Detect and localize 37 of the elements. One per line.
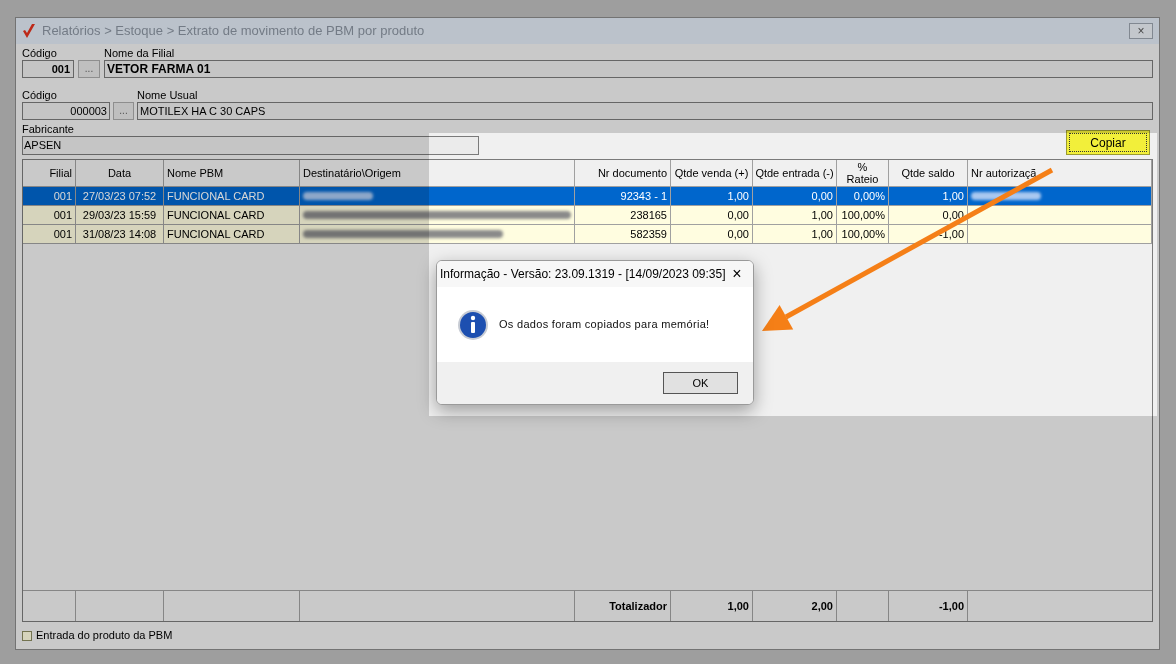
manufacturer-field[interactable]: APSEN xyxy=(22,136,479,155)
table-cell: -1,00 xyxy=(889,225,968,244)
window-title: Relatórios > Estoque > Extrato de movimento de PBM por produto xyxy=(42,22,425,41)
table-cell: 001 xyxy=(23,225,76,244)
product-name-field[interactable]: MOTILEX HA C 30 CAPS xyxy=(137,102,1153,120)
table-cell: 100,00% xyxy=(837,225,889,244)
copy-button[interactable]: Copiar xyxy=(1066,130,1150,155)
dialog-title: Informação - Versão: 23.09.1319 - [14/09/2023 09:35] xyxy=(440,266,727,283)
field-label: Nome Usual xyxy=(137,88,199,102)
total-value: 2,00 xyxy=(753,591,837,621)
product-code-field[interactable]: 000003 xyxy=(22,102,110,120)
field-label: Código xyxy=(22,46,58,60)
table-row[interactable]: 001 27/03/23 07:52 FUNCIONAL CARD 92343 - 1 1,00 0,00 0,00% 1,00 xyxy=(23,187,1152,206)
field-label: Código xyxy=(22,88,58,102)
info-icon xyxy=(457,308,489,341)
ok-button[interactable]: OK xyxy=(663,372,738,394)
branch-code-field[interactable]: 001 xyxy=(22,60,74,78)
close-button[interactable]: × xyxy=(729,266,745,282)
total-value: -1,00 xyxy=(889,591,968,621)
lookup-button[interactable]: ... xyxy=(113,102,134,120)
field-label: Nome da Filial xyxy=(104,46,176,60)
legend-swatch xyxy=(22,630,32,641)
total-value: 1,00 xyxy=(671,591,753,621)
close-button[interactable]: × xyxy=(1129,23,1153,39)
table-cell: 31/08/23 14:08 xyxy=(76,225,164,244)
table-cell: 0,00 xyxy=(671,225,753,244)
totals-label: Totalizador xyxy=(575,591,671,621)
legend-label: Entrada do produto da PBM xyxy=(36,628,173,644)
branch-name-field[interactable]: VETOR FARMA 01 xyxy=(104,60,1153,78)
table-cell: 1,00 xyxy=(753,225,837,244)
table-row[interactable]: 001 31/08/23 14:08 FUNCIONAL CARD 582359 0,00 1,00 100,00% -1,00 xyxy=(23,225,1152,244)
table-cell: FUNCIONAL CARD xyxy=(164,225,300,244)
table-cell: 582359 xyxy=(575,225,671,244)
dialog-message: Os dados foram copiados para memória! xyxy=(499,317,710,333)
check-logo-icon xyxy=(22,23,36,39)
field-label: Fabricante xyxy=(22,122,75,136)
lookup-button[interactable]: ... xyxy=(78,60,100,78)
